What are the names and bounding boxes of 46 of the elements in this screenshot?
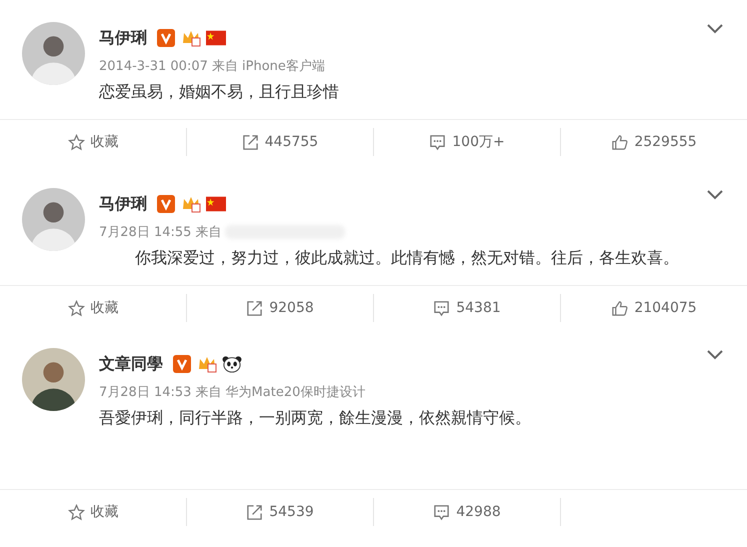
verified-icon bbox=[156, 29, 176, 47]
author-name[interactable]: 马伊琍 bbox=[99, 28, 147, 48]
share-icon bbox=[242, 134, 259, 150]
verified-icon bbox=[172, 355, 192, 373]
favorite-button[interactable]: 收藏 bbox=[64, 131, 122, 153]
post-time[interactable]: 7月28日 14:55 bbox=[99, 223, 192, 241]
thumbs-up-icon bbox=[611, 134, 628, 150]
like-button[interactable]: 2104075 bbox=[607, 298, 701, 318]
favorite-button[interactable]: 收藏 bbox=[64, 297, 122, 319]
comment-button[interactable]: 42988 bbox=[429, 502, 505, 522]
post-source: 来自 iPhone客户端 bbox=[212, 58, 325, 75]
thumbs-up-icon bbox=[611, 300, 628, 316]
favorite-button[interactable]: 收藏 bbox=[64, 501, 122, 523]
share-icon bbox=[246, 300, 264, 316]
verified-icon bbox=[156, 195, 176, 213]
panda-icon bbox=[222, 355, 242, 373]
post-text: 恋爱虽易，婚姻不易，且行且珍惜 bbox=[99, 81, 340, 103]
author-name[interactable]: 马伊琍 bbox=[99, 194, 147, 214]
comment-icon bbox=[433, 300, 450, 316]
crown-icon bbox=[197, 355, 217, 373]
chevron-down-icon[interactable] bbox=[707, 350, 723, 360]
share-icon bbox=[246, 504, 264, 520]
post-time[interactable]: 7月28日 14:53 bbox=[99, 383, 192, 401]
star-icon bbox=[68, 504, 84, 520]
star-icon bbox=[68, 300, 84, 316]
comment-icon bbox=[429, 134, 446, 150]
post-source: 来自 华为Mate20保时捷设计 bbox=[195, 384, 366, 401]
like-button[interactable]: 2529555 bbox=[607, 132, 701, 152]
flag-icon bbox=[206, 195, 226, 213]
repost-button[interactable]: 54539 bbox=[242, 502, 318, 522]
crown-icon bbox=[181, 29, 201, 47]
post-source: 来自 bbox=[195, 224, 222, 241]
crown-icon bbox=[181, 195, 201, 213]
post-text: 吾愛伊琍，同行半路，一别两宽，餘生漫漫，依然親情守候。 bbox=[99, 407, 532, 429]
post-time[interactable]: 2014-3-31 00:07 bbox=[99, 58, 208, 74]
repost-button[interactable]: 445755 bbox=[238, 132, 322, 152]
comment-button[interactable]: 100万+ bbox=[425, 131, 509, 153]
chevron-down-icon[interactable] bbox=[707, 190, 723, 200]
post-text: 你我深爱过，努力过，彼此成就过。此情有憾，然无对错。往后，各生欢喜。 bbox=[134, 247, 680, 269]
comment-button[interactable]: 54381 bbox=[429, 298, 505, 318]
comment-icon bbox=[433, 504, 450, 520]
star-icon bbox=[68, 134, 84, 150]
author-name[interactable]: 文章同學 bbox=[99, 354, 163, 374]
repost-button[interactable]: 92058 bbox=[242, 298, 318, 318]
chevron-down-icon[interactable] bbox=[707, 24, 723, 34]
flag-icon bbox=[206, 29, 226, 47]
